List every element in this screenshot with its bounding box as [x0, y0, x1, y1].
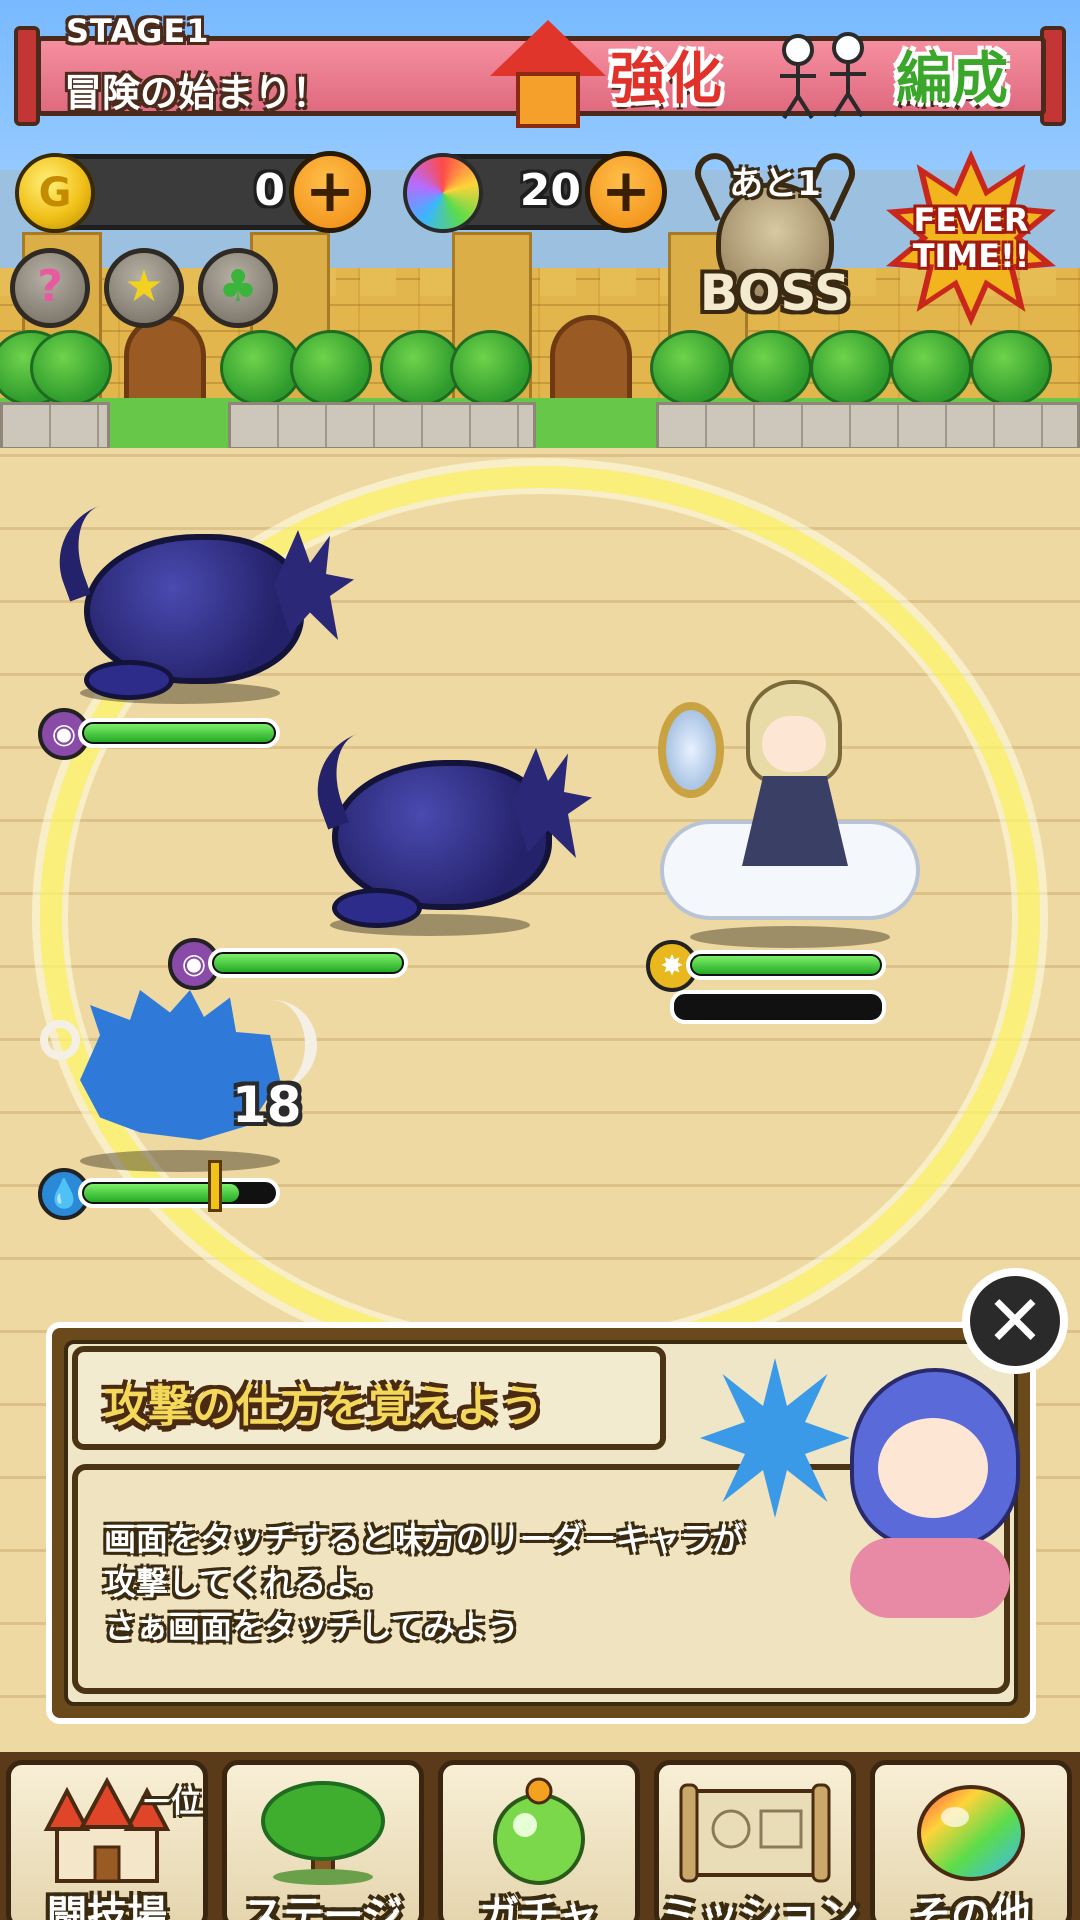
rainbow-gem-icon	[901, 1777, 1041, 1891]
add-gold-button[interactable]: +	[289, 151, 371, 233]
enemy-hp-bar	[78, 718, 280, 748]
question-icon: ?	[37, 261, 63, 312]
enemy-dark-blob[interactable]	[300, 726, 592, 928]
spiked-mace-icon	[700, 1358, 850, 1518]
nav-gacha-button[interactable]: ガチャ	[438, 1760, 640, 1920]
bush	[290, 330, 372, 406]
upgrade-label: 強化	[610, 47, 722, 112]
bush	[890, 330, 972, 406]
tutorial-line: さぁ画面をタッチしてみよう	[104, 1608, 520, 1646]
enemy-dark-blob[interactable]	[42, 498, 364, 700]
damage-number: 18	[232, 1076, 302, 1134]
bush	[970, 330, 1052, 406]
nav-label: その他	[911, 1893, 1031, 1920]
boss-remaining: あと1	[729, 164, 821, 204]
bush	[650, 330, 732, 406]
hero-leader-character[interactable]	[650, 680, 940, 940]
hero-mirror	[658, 702, 724, 798]
nav-label: ミッション	[659, 1893, 859, 1920]
tutorial-line: 攻撃してくれるよ。	[104, 1564, 391, 1602]
fever-text: FEVER TIME!!	[886, 202, 1056, 274]
upgrade-arrow-icon	[490, 20, 606, 76]
add-gem-button[interactable]: +	[585, 151, 667, 233]
boss-indicator: あと1 BOSS	[688, 146, 862, 327]
formation-button[interactable]: 編成	[766, 20, 1036, 132]
clover-icon: ♣	[218, 261, 258, 312]
tutorial-title-box: 攻撃の仕方を覚えよう	[72, 1346, 666, 1450]
gold-value: 0	[254, 165, 285, 216]
enemy-hp-bar	[78, 1178, 280, 1208]
stage-label: STAGE1	[66, 12, 210, 50]
tutorial-line: 画面をタッチすると味方のリーダーキャラが	[104, 1520, 745, 1558]
nav-stage-button[interactable]: ステージ	[222, 1760, 424, 1920]
nav-label: ステージ	[243, 1893, 403, 1920]
bush	[30, 330, 112, 406]
favorite-star-button[interactable]: ★	[104, 248, 184, 328]
gold-coin-icon: G	[15, 153, 95, 233]
hero-robe	[742, 776, 848, 866]
nav-label: 闘技場	[47, 1893, 167, 1920]
enemy-foot	[332, 888, 422, 928]
stone-fence	[228, 402, 536, 450]
close-tutorial-button[interactable]: ✕	[962, 1268, 1068, 1374]
hero-hp-bar	[686, 950, 886, 980]
star-icon: ★	[124, 261, 164, 312]
upgrade-figure-icon	[516, 72, 580, 128]
enemy-foot	[84, 660, 174, 700]
arena-rank: －位	[141, 1785, 201, 1820]
nav-arena-button[interactable]: －位 闘技場	[6, 1760, 208, 1920]
boss-label: BOSS	[699, 264, 851, 322]
hero-face	[762, 716, 826, 772]
hero-hp-fill	[692, 956, 880, 974]
stone-fence	[656, 402, 1080, 450]
hero-skill-gauge	[670, 990, 886, 1024]
boar-tail	[40, 1020, 80, 1060]
nav-other-button[interactable]: その他	[870, 1760, 1072, 1920]
mascot-scarf	[850, 1538, 1010, 1618]
help-question-button[interactable]: ?	[10, 248, 90, 328]
scroll-map-icon	[675, 1777, 835, 1891]
luck-clover-button[interactable]: ♣	[198, 248, 278, 328]
enemy-hp-fill	[84, 724, 274, 742]
target-marker	[208, 1160, 222, 1212]
bush	[730, 330, 812, 406]
formation-label: 編成	[896, 47, 1008, 112]
nav-label: ガチャ	[479, 1893, 599, 1920]
formation-figures-icon	[766, 30, 886, 122]
stage-title: 冒険の始まり！	[64, 71, 331, 115]
nav-mission-button[interactable]: ミッション	[654, 1760, 859, 1920]
game-screen[interactable]: ◉ ◉ 18 💧 ✸ STAGE1 冒険の始まり！ 強化 編成 G 0 + 20…	[0, 0, 1080, 1920]
gacha-orb-icon	[469, 1777, 609, 1891]
fever-line2: TIME!!	[912, 237, 1030, 275]
fever-time-badge: FEVER TIME!!	[886, 150, 1056, 326]
tree-icon	[253, 1777, 393, 1891]
fever-line1: FEVER	[913, 201, 1029, 239]
bush	[810, 330, 892, 406]
enemy-hp-bar	[208, 948, 408, 978]
gem-value: 20	[519, 165, 581, 216]
close-icon: ✕	[970, 1276, 1060, 1366]
tutorial-mascot	[700, 1338, 1030, 1624]
bush	[450, 330, 532, 406]
enemy-hp-fill	[214, 954, 402, 972]
gold-counter: G 0 +	[15, 151, 371, 233]
stone-fence	[0, 402, 110, 450]
rainbow-gem-icon	[403, 153, 483, 233]
gem-counter: 20 +	[403, 151, 667, 233]
upgrade-button[interactable]: 強化	[490, 20, 760, 132]
mascot-face	[878, 1418, 988, 1518]
tutorial-title: 攻撃の仕方を覚えよう	[104, 1381, 544, 1432]
